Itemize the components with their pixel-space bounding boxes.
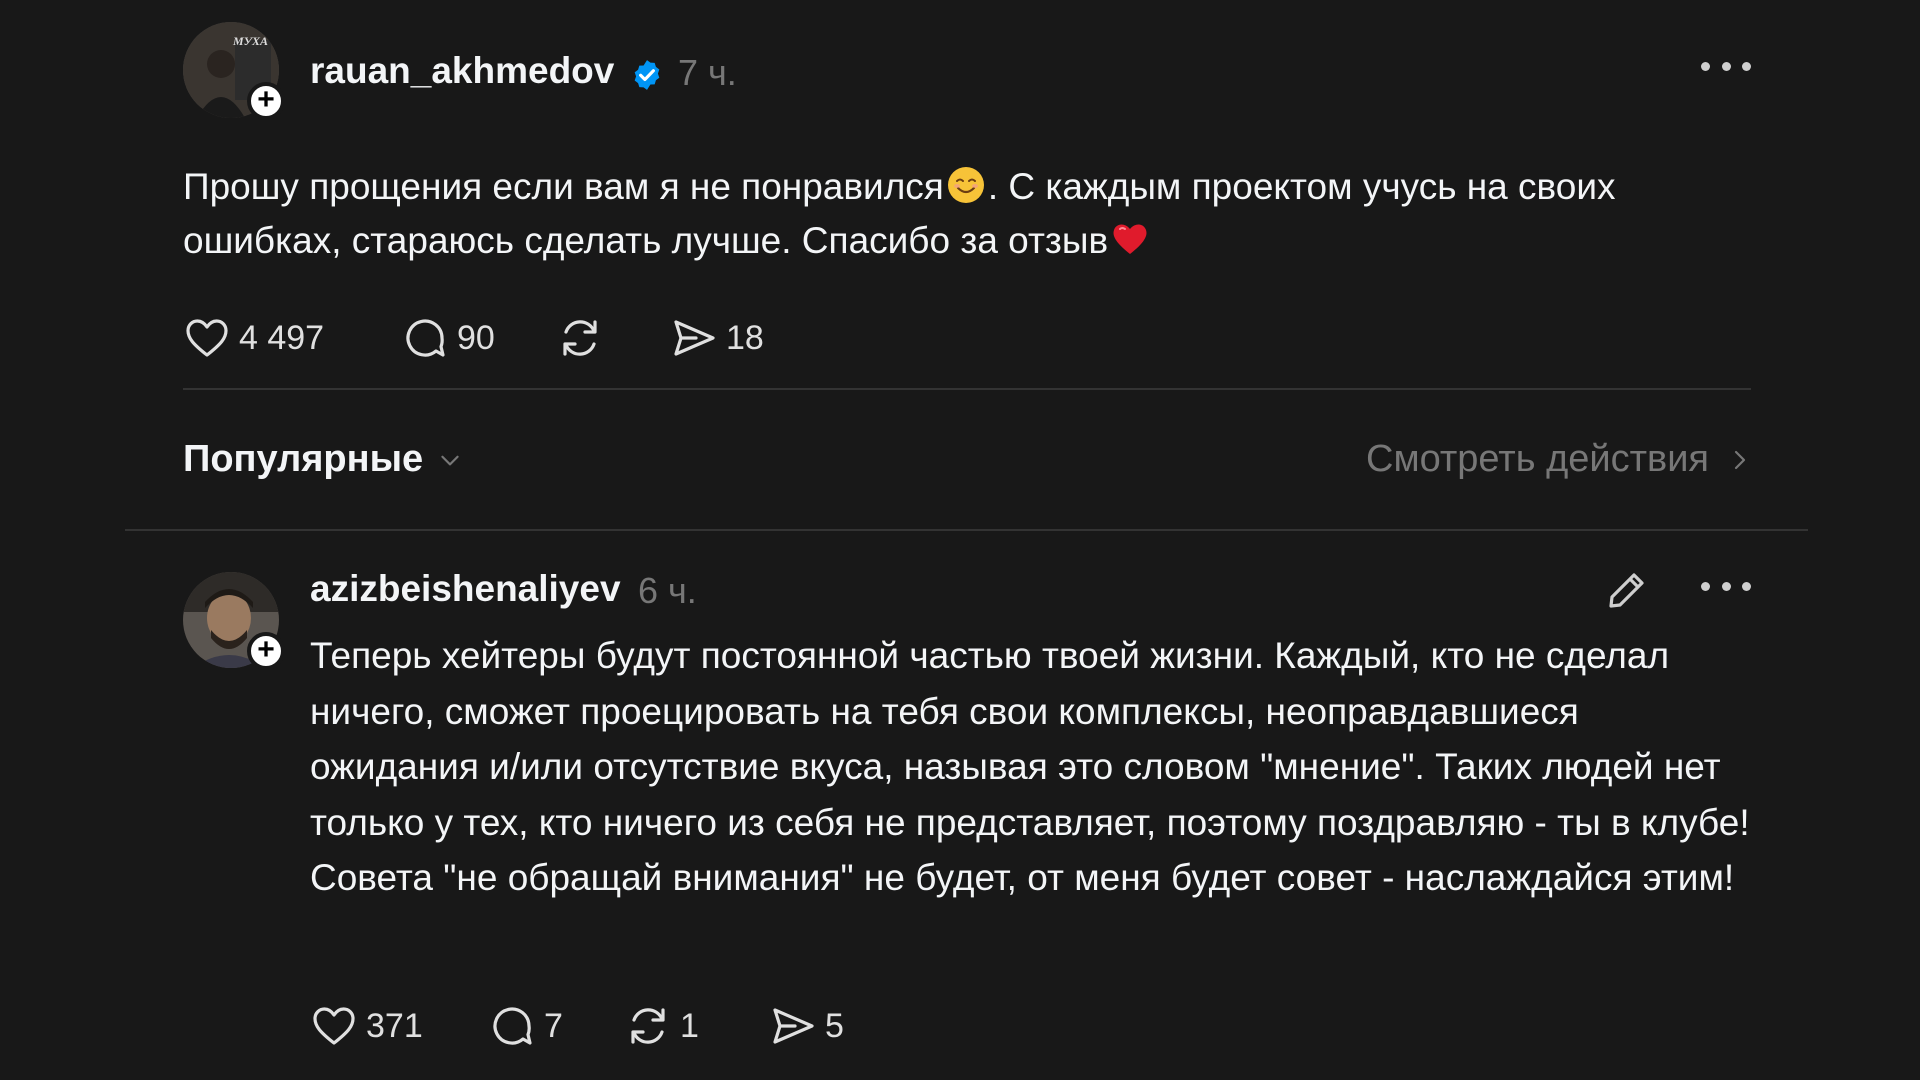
follow-plus-icon[interactable]: +	[247, 82, 285, 120]
reply-text: Теперь хейтеры будут постоянной частью т…	[310, 635, 1750, 898]
repost-count: 1	[680, 1006, 699, 1045]
repost-icon	[563, 320, 597, 356]
threads-post-page: МУХА + rauan_akhmedov 7 ч. Прошу прощени…	[0, 0, 1920, 1080]
comment-button[interactable]: 7	[488, 996, 563, 1056]
chevron-right-icon	[1734, 450, 1746, 469]
avatar-text: МУХА	[233, 34, 269, 48]
comment-count: 7	[544, 1006, 563, 1045]
view-actions-label: Смотреть действия	[1366, 438, 1709, 480]
verified-icon	[634, 60, 660, 90]
chevron-down-icon	[441, 455, 459, 465]
sort-label: Популярные	[183, 438, 424, 480]
divider	[183, 388, 1751, 390]
like-count: 4 497	[239, 318, 325, 357]
post-time[interactable]: 7 ч.	[678, 52, 737, 94]
sort-row: Популярные Смотреть действия	[183, 430, 1751, 490]
repost-button[interactable]: 1	[624, 996, 699, 1056]
post-text-part1: Прошу прощения если вам я не понравился	[183, 166, 944, 207]
reply-actions: 371 7 1 5	[310, 996, 1110, 1056]
red-heart-emoji-icon	[1113, 224, 1147, 254]
post-text: Прошу прощения если вам я не понравился …	[183, 160, 1753, 268]
sort-dropdown[interactable]: Популярные	[183, 438, 463, 481]
like-button[interactable]: 4 497	[183, 308, 324, 368]
more-icon[interactable]	[1701, 576, 1751, 596]
post-actions: 4 497 90 18	[183, 308, 1751, 368]
share-button[interactable]: 18	[670, 308, 764, 368]
reply-username[interactable]: azizbeishenaliyev	[310, 568, 621, 610]
share-icon	[773, 1008, 814, 1044]
comment-button[interactable]: 90	[401, 308, 495, 368]
comment-icon	[406, 319, 445, 357]
repost-button[interactable]	[556, 308, 604, 368]
comment-icon	[493, 1007, 532, 1045]
like-count: 371	[366, 1006, 423, 1045]
repost-icon	[631, 1008, 665, 1044]
divider	[125, 529, 1808, 531]
view-actions-link[interactable]: Смотреть действия	[1366, 438, 1751, 481]
reply-avatar[interactable]: +	[183, 572, 285, 670]
follow-plus-icon[interactable]: +	[247, 632, 285, 670]
main-post: МУХА + rauan_akhmedov 7 ч. Прошу прощени…	[183, 20, 1751, 368]
comment-count: 90	[457, 318, 495, 357]
share-icon	[674, 320, 715, 356]
share-count: 5	[825, 1006, 844, 1045]
post-header: МУХА + rauan_akhmedov 7 ч.	[183, 20, 1751, 120]
edit-icon[interactable]	[1603, 566, 1651, 614]
share-button[interactable]: 5	[769, 996, 844, 1056]
heart-icon	[313, 1007, 355, 1045]
like-button[interactable]: 371	[310, 996, 423, 1056]
reply-time[interactable]: 6 ч.	[638, 570, 697, 612]
more-icon[interactable]	[1701, 56, 1751, 76]
avatar[interactable]: МУХА +	[183, 22, 285, 120]
heart-icon	[186, 319, 228, 357]
smiling-face-emoji-icon	[947, 167, 984, 203]
share-count: 18	[726, 318, 764, 357]
post-username[interactable]: rauan_akhmedov	[310, 50, 614, 92]
